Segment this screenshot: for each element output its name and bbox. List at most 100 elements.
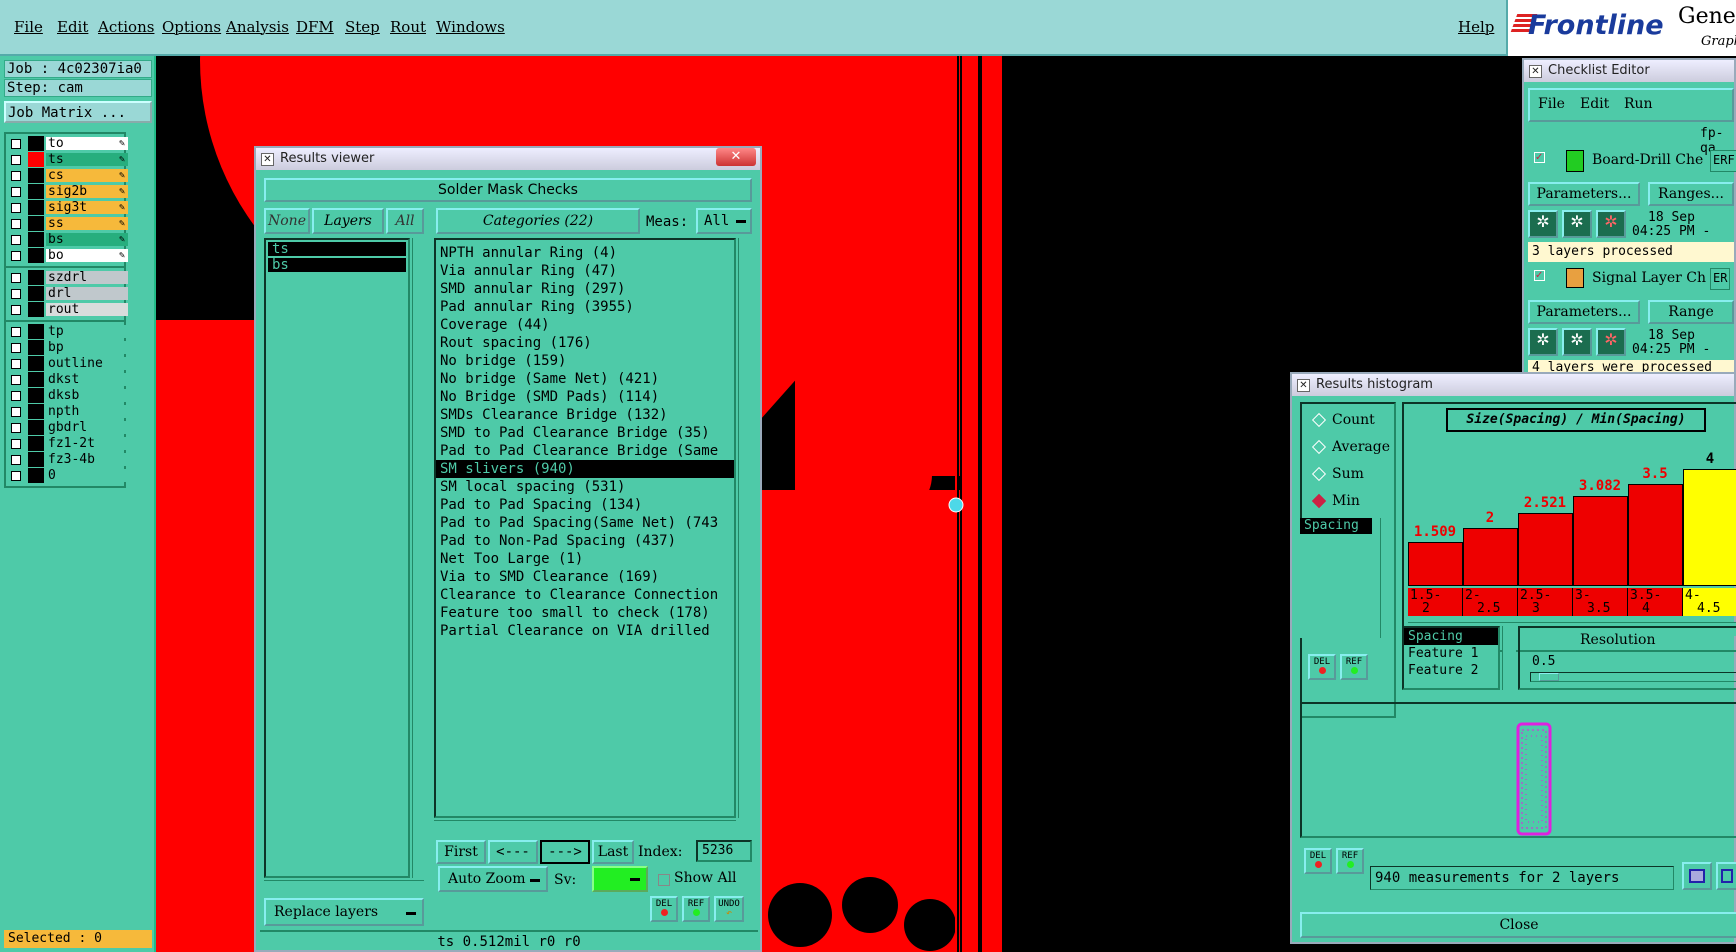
check-enabled-checkbox[interactable]: ✓: [1534, 270, 1545, 281]
category-item[interactable]: SM local spacing (531): [436, 478, 734, 496]
replace-layers-dropdown[interactable]: Replace layers: [264, 898, 424, 926]
layer-checkbox[interactable]: [11, 471, 21, 481]
run-check-button[interactable]: ✲: [1562, 328, 1592, 356]
layer-row[interactable]: npth: [6, 404, 128, 420]
category-item[interactable]: Pad to Pad Clearance Bridge (Same: [436, 442, 734, 460]
menu-help[interactable]: Help: [1458, 18, 1494, 36]
layer-row[interactable]: gbdrl: [6, 420, 128, 436]
layer-checkbox[interactable]: [11, 391, 21, 401]
category-item[interactable]: SMDs Clearance Bridge (132): [436, 406, 734, 424]
attribute-scrollbar[interactable]: [1502, 626, 1516, 690]
hist-ref-button[interactable]: REF: [1340, 654, 1368, 680]
category-item[interactable]: Pad to Pad Spacing (134): [436, 496, 734, 514]
histogram-bar[interactable]: [1518, 513, 1573, 586]
layer-checkbox[interactable]: [11, 139, 21, 149]
close-icon[interactable]: ✕: [716, 148, 756, 166]
menu-analysis[interactable]: Analysis: [226, 18, 289, 36]
layer-checkbox[interactable]: [11, 455, 21, 465]
field-scrollbar[interactable]: [1380, 518, 1394, 638]
layer-row[interactable]: outline: [6, 356, 128, 372]
categories-listbox[interactable]: NPTH annular Ring (4) Via annular Ring (4…: [434, 238, 736, 818]
check-1-ranges-button[interactable]: Ranges...: [1648, 182, 1734, 206]
layers-scrollbar[interactable]: [412, 238, 426, 878]
layer-name[interactable]: tp: [46, 325, 128, 338]
layer-row[interactable]: rout: [6, 302, 128, 318]
del-button[interactable]: DEL: [650, 896, 678, 922]
menu-options[interactable]: Options: [162, 18, 221, 36]
layer-row[interactable]: bs ✎: [6, 232, 128, 248]
run-check-button[interactable]: ✲: [1528, 210, 1558, 238]
layer-name[interactable]: dkst: [46, 373, 128, 386]
layer-row[interactable]: bo ✎: [6, 248, 128, 264]
layer-name[interactable]: sig3t ✎: [46, 201, 128, 214]
menu-windows[interactable]: Windows: [436, 18, 505, 36]
layer-name[interactable]: bs ✎: [46, 233, 128, 246]
checklist-menu-edit[interactable]: Edit: [1580, 96, 1609, 112]
index-input[interactable]: 5236: [696, 840, 752, 862]
category-item[interactable]: SMD to Pad Clearance Bridge (35): [436, 424, 734, 442]
selected-layer-item[interactable]: ts: [268, 242, 406, 256]
layer-name[interactable]: ts ✎: [46, 153, 128, 166]
layer-checkbox[interactable]: [11, 155, 21, 165]
menu-actions[interactable]: Actions: [98, 18, 154, 36]
meas-dropdown[interactable]: All: [696, 208, 752, 234]
layer-name[interactable]: sig2b ✎: [46, 185, 128, 198]
layer-checkbox[interactable]: [11, 273, 21, 283]
category-item[interactable]: Via to SMD Clearance (169): [436, 568, 734, 586]
undo-button[interactable]: UNDO ↶: [714, 896, 744, 922]
field-item[interactable]: Spacing: [1300, 518, 1372, 534]
first-button[interactable]: First: [436, 840, 486, 864]
mode-radio-sum[interactable]: Sum: [1311, 466, 1364, 482]
layers-button[interactable]: Layers: [312, 208, 384, 234]
checklist-menu-file[interactable]: File: [1538, 96, 1565, 112]
layer-checkbox[interactable]: [11, 235, 21, 245]
category-item[interactable]: Pad annular Ring (3955): [436, 298, 734, 316]
category-item[interactable]: Rout spacing (176): [436, 334, 734, 352]
selected-layer-item[interactable]: bs: [268, 258, 406, 272]
categories-button[interactable]: Categories (22): [436, 208, 640, 234]
field-listbox[interactable]: Spacing: [1300, 518, 1380, 638]
category-item[interactable]: No Bridge (SMD Pads) (114): [436, 388, 734, 406]
layer-name[interactable]: szdrl: [46, 271, 128, 284]
layer-checkbox[interactable]: [11, 375, 21, 385]
run-check-button[interactable]: ✲: [1562, 210, 1592, 238]
auto-zoom-dropdown[interactable]: Auto Zoom: [438, 866, 548, 892]
layer-name[interactable]: to ✎: [46, 137, 128, 150]
category-item[interactable]: Feature too small to check (178): [436, 604, 734, 622]
layer-name[interactable]: fz1-2t: [46, 437, 128, 450]
run-check-button[interactable]: ✲: [1596, 328, 1626, 356]
category-item[interactable]: Pad to Pad Spacing(Same Net) (743: [436, 514, 734, 532]
menu-dfm[interactable]: DFM: [296, 18, 334, 36]
check-2-parameters-button[interactable]: Parameters...: [1528, 300, 1640, 324]
job-matrix-button[interactable]: Job Matrix ...: [4, 101, 152, 123]
layer-checkbox[interactable]: [11, 251, 21, 261]
layer-checkbox[interactable]: [11, 171, 21, 181]
layer-name[interactable]: bo ✎: [46, 249, 128, 262]
layer-name[interactable]: bp: [46, 341, 128, 354]
layer-checkbox[interactable]: [11, 407, 21, 417]
prev-button[interactable]: <---: [488, 840, 538, 864]
checklist-menu-run[interactable]: Run: [1624, 96, 1653, 112]
categories-hscrollbar[interactable]: [434, 820, 736, 834]
layer-row[interactable]: fz1-2t: [6, 436, 128, 452]
histogram-bar[interactable]: [1683, 469, 1736, 586]
range-label[interactable]: 3.5- 4: [1628, 588, 1683, 616]
category-item[interactable]: Net Too Large (1): [436, 550, 734, 568]
slider-handle[interactable]: [1539, 673, 1559, 681]
histogram-bar[interactable]: [1628, 484, 1683, 586]
histogram-bar[interactable]: [1463, 528, 1518, 586]
category-item[interactable]: NPTH annular Ring (4): [436, 244, 734, 262]
layer-checkbox[interactable]: [11, 289, 21, 299]
layer-checkbox[interactable]: [11, 359, 21, 369]
range-label[interactable]: 2- 2.5: [1463, 588, 1518, 616]
category-item[interactable]: No bridge (Same Net) (421): [436, 370, 734, 388]
layer-checkbox[interactable]: [11, 219, 21, 229]
last-button[interactable]: Last: [592, 840, 634, 864]
check-1-parameters-button[interactable]: Parameters...: [1528, 182, 1640, 206]
category-item[interactable]: SM slivers (940): [436, 460, 734, 478]
all-button[interactable]: All: [386, 208, 424, 234]
mode-radio-average[interactable]: Average: [1311, 439, 1390, 455]
layer-row[interactable]: sig3t ✎: [6, 200, 128, 216]
ref-button[interactable]: REF: [682, 896, 710, 922]
layer-checkbox[interactable]: [11, 305, 21, 315]
